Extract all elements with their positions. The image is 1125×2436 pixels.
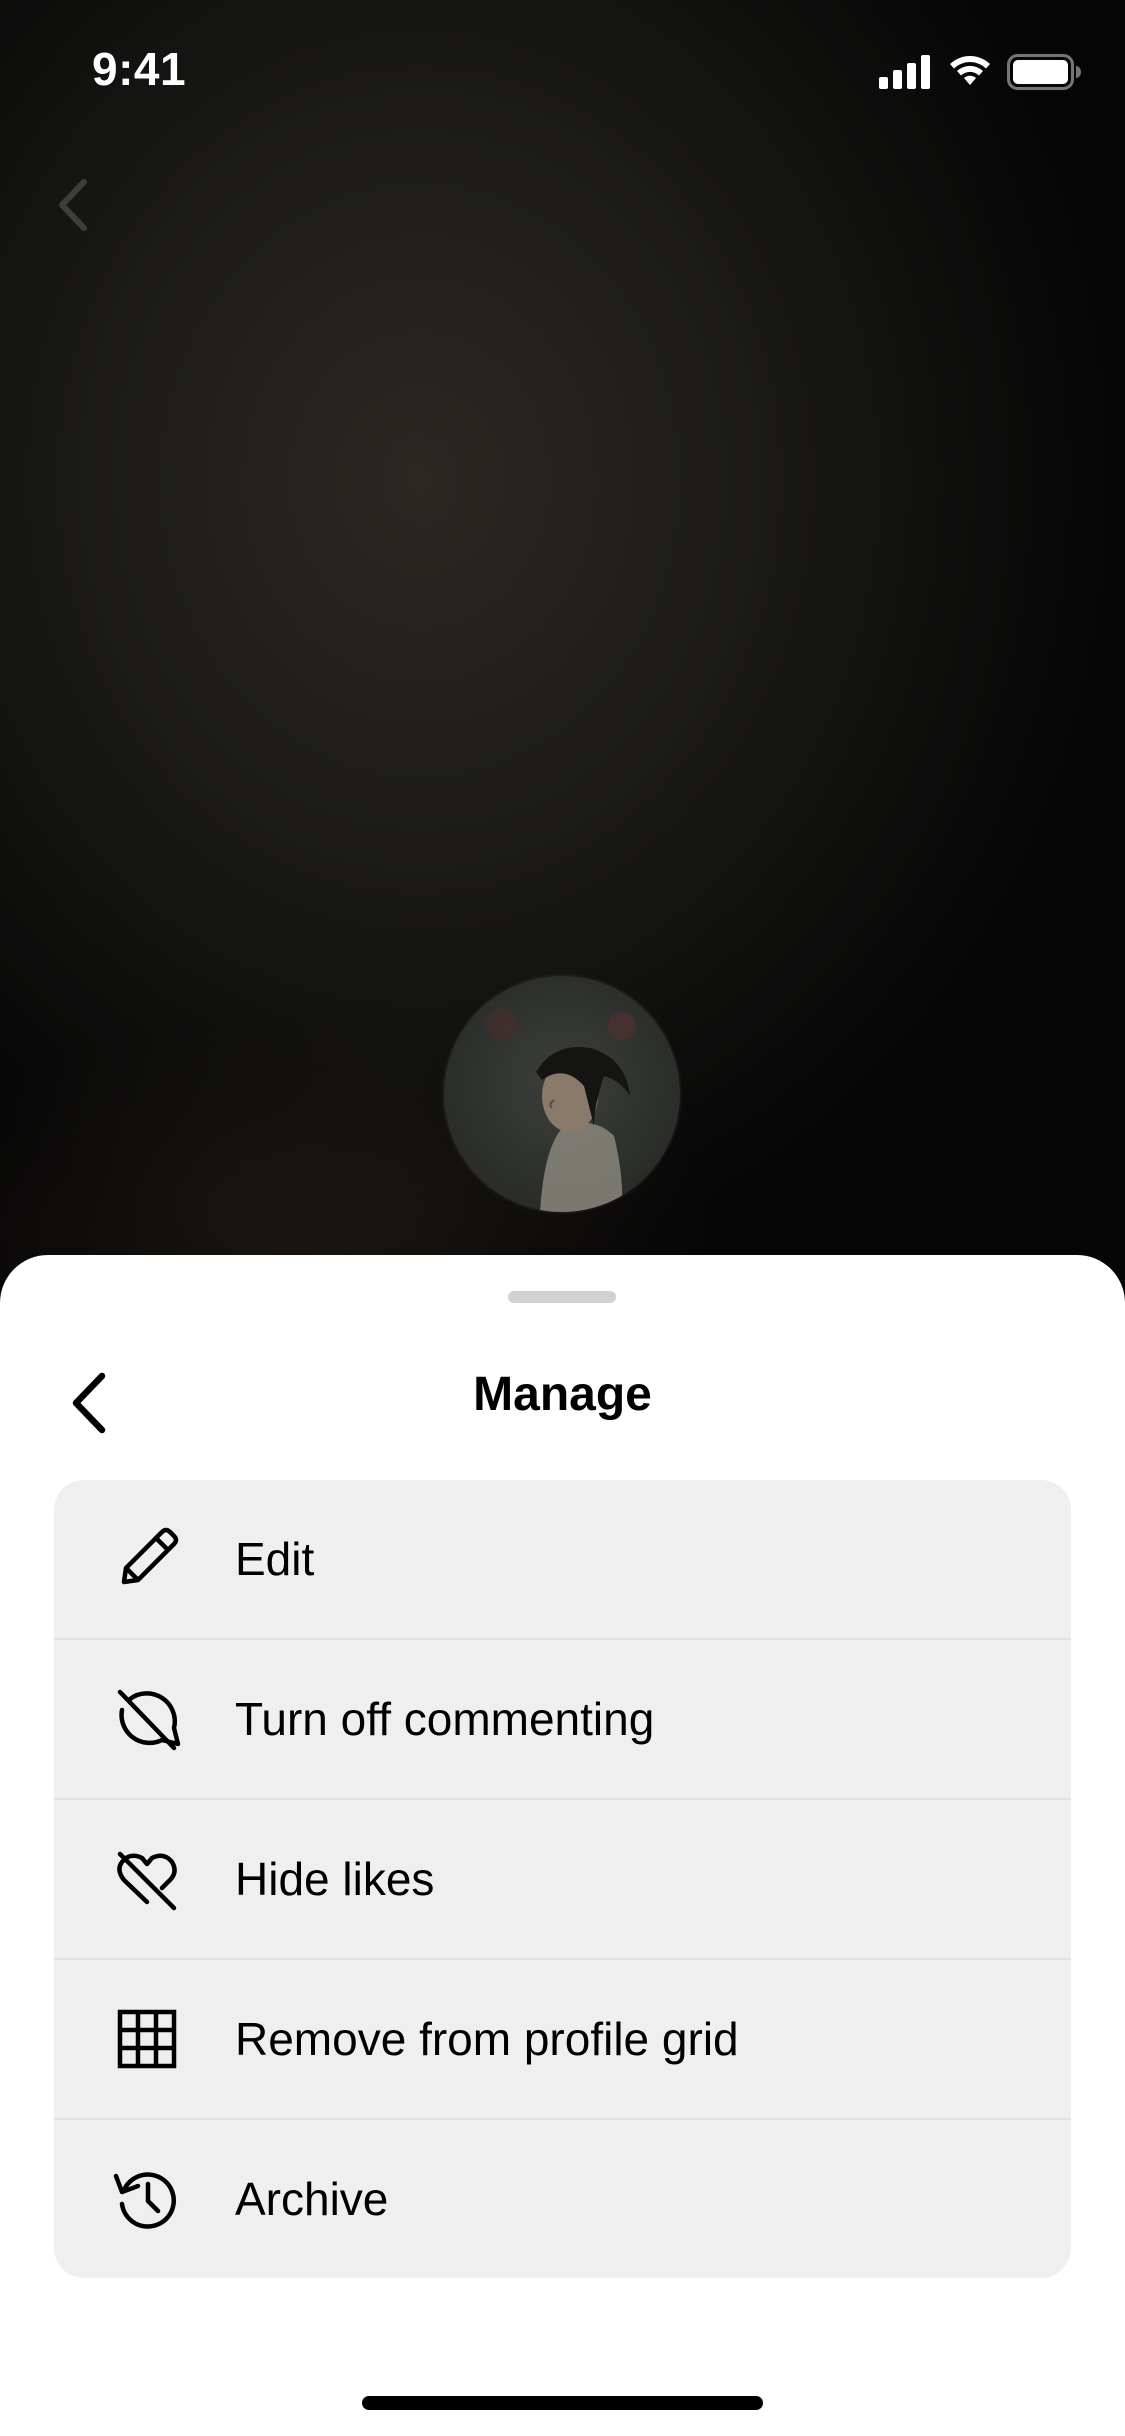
home-indicator[interactable] [362, 2396, 763, 2410]
cellular-signal-icon [879, 55, 933, 89]
status-icons [879, 52, 1081, 92]
menu-item-label: Hide likes [235, 1853, 435, 1905]
menu-item-remove-from-profile-grid[interactable]: Remove from profile grid [54, 1960, 1071, 2120]
story-screen: 9:41 Manage Edit Turn off commenting Hid… [0, 0, 1125, 2436]
archive-clock-icon [112, 2164, 182, 2234]
wifi-icon [947, 55, 993, 89]
status-bar: 9:41 [0, 0, 1125, 140]
menu-item-label: Remove from profile grid [235, 2013, 739, 2065]
comment-off-icon [112, 1684, 182, 1754]
grid-icon [112, 2004, 182, 2074]
heart-off-icon [112, 1844, 182, 1914]
menu-item-hide-likes[interactable]: Hide likes [54, 1800, 1071, 1960]
manage-menu: Edit Turn off commenting Hide likes Remo… [54, 1480, 1071, 2278]
menu-item-archive[interactable]: Archive [54, 2120, 1071, 2278]
menu-item-label: Archive [235, 2173, 389, 2225]
menu-item-turn-off-commenting[interactable]: Turn off commenting [54, 1640, 1071, 1800]
menu-item-edit[interactable]: Edit [54, 1480, 1071, 1640]
profile-avatar[interactable] [444, 976, 680, 1212]
battery-icon [1007, 54, 1081, 90]
menu-item-label: Turn off commenting [235, 1693, 655, 1745]
sheet-title: Manage [473, 1368, 652, 1421]
status-time: 9:41 [92, 43, 187, 95]
manage-sheet: Manage Edit Turn off commenting Hide lik… [0, 1255, 1125, 2436]
pencil-icon [112, 1524, 182, 1594]
menu-item-label: Edit [235, 1533, 315, 1585]
sheet-grabber[interactable] [508, 1291, 616, 1303]
chevron-left-icon[interactable] [48, 170, 98, 240]
